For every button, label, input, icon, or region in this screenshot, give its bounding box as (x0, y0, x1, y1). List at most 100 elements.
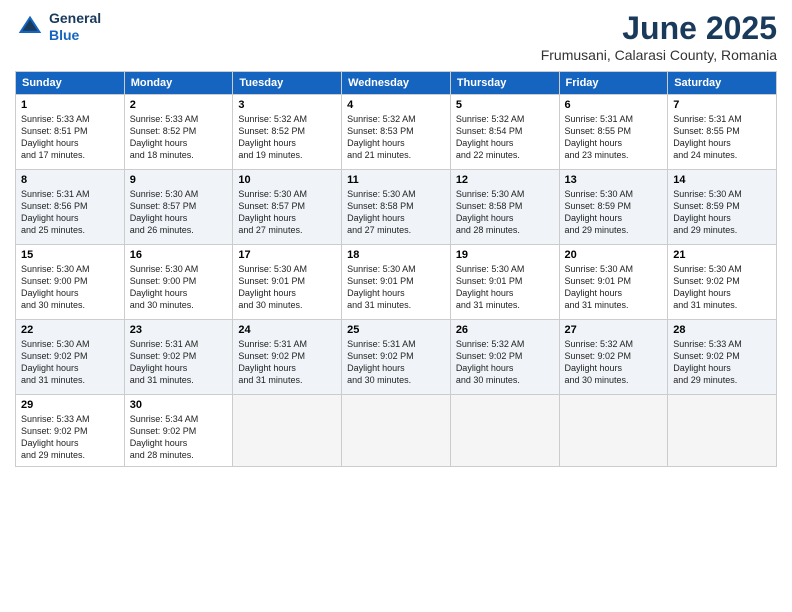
calendar-cell: 24 Sunrise: 5:31 AMSunset: 9:02 PMDayligh… (233, 320, 342, 395)
calendar-cell: 18 Sunrise: 5:30 AMSunset: 9:01 PMDayligh… (342, 245, 451, 320)
calendar-cell: 7 Sunrise: 5:31 AMSunset: 8:55 PMDaylight… (668, 95, 777, 170)
day-info: Sunrise: 5:32 AMSunset: 9:02 PMDaylight … (565, 338, 663, 387)
calendar-cell: 22Sunrise: 5:30 AMSunset: 9:02 PMDayligh… (16, 320, 125, 395)
calendar-cell: 1 Sunrise: 5:33 AMSunset: 8:51 PMDaylight… (16, 95, 125, 170)
day-number: 18 (347, 249, 445, 261)
col-header-monday: Monday (124, 72, 233, 95)
logo-line2: Blue (49, 27, 79, 43)
calendar-cell: 2 Sunrise: 5:33 AMSunset: 8:52 PMDaylight… (124, 95, 233, 170)
day-info: Sunrise: 5:33 AMSunset: 9:02 PMDaylight … (21, 413, 119, 462)
calendar-cell (559, 395, 668, 467)
day-info: Sunrise: 5:30 AMSunset: 9:01 PMDaylight … (238, 263, 336, 312)
day-info: Sunrise: 5:32 AMSunset: 8:54 PMDaylight … (456, 113, 554, 162)
location-subtitle: Frumusani, Calarasi County, Romania (541, 47, 777, 63)
calendar-cell: 23Sunrise: 5:31 AMSunset: 9:02 PMDayligh… (124, 320, 233, 395)
day-number: 8 (21, 174, 119, 186)
day-info: Sunrise: 5:30 AMSunset: 8:57 PMDaylight … (130, 188, 228, 237)
calendar-cell: 15Sunrise: 5:30 AMSunset: 9:00 PMDayligh… (16, 245, 125, 320)
calendar-cell: 6Sunrise: 5:31 AMSunset: 8:55 PMDaylight… (559, 95, 668, 170)
day-number: 26 (456, 324, 554, 336)
calendar-cell (450, 395, 559, 467)
calendar-cell (342, 395, 451, 467)
day-info: Sunrise: 5:34 AMSunset: 9:02 PMDaylight … (130, 413, 228, 462)
calendar-cell: 30 Sunrise: 5:34 AMSunset: 9:02 PMDayligh… (124, 395, 233, 467)
day-info: Sunrise: 5:33 AMSunset: 8:52 PMDaylight … (130, 113, 228, 162)
day-info: Sunrise: 5:30 AMSunset: 9:02 PMDaylight … (673, 263, 771, 312)
day-number: 14 (673, 174, 771, 186)
day-number: 24 (238, 324, 336, 336)
header: General Blue June 2025 Frumusani, Calara… (15, 10, 777, 63)
day-info: Sunrise: 5:30 AMSunset: 9:01 PMDaylight … (456, 263, 554, 312)
day-info: Sunrise: 5:32 AMSunset: 8:52 PMDaylight … (238, 113, 336, 162)
calendar-cell: 12 Sunrise: 5:30 AMSunset: 8:58 PMDayligh… (450, 170, 559, 245)
day-number: 23 (130, 324, 228, 336)
col-header-saturday: Saturday (668, 72, 777, 95)
day-info: Sunrise: 5:31 AMSunset: 8:56 PMDaylight … (21, 188, 119, 237)
calendar-cell: 8 Sunrise: 5:31 AMSunset: 8:56 PMDaylight… (16, 170, 125, 245)
day-info: Sunrise: 5:30 AMSunset: 8:59 PMDaylight … (565, 188, 663, 237)
day-number: 25 (347, 324, 445, 336)
calendar-table: SundayMondayTuesdayWednesdayThursdayFrid… (15, 71, 777, 467)
calendar-week-row: 22Sunrise: 5:30 AMSunset: 9:02 PMDayligh… (16, 320, 777, 395)
day-number: 4 (347, 99, 445, 111)
day-info: Sunrise: 5:30 AMSunset: 9:01 PMDaylight … (347, 263, 445, 312)
day-info: Sunrise: 5:31 AMSunset: 9:02 PMDaylight … (238, 338, 336, 387)
day-number: 16 (130, 249, 228, 261)
day-info: Sunrise: 5:30 AMSunset: 8:58 PMDaylight … (456, 188, 554, 237)
calendar-cell: 11Sunrise: 5:30 AMSunset: 8:58 PMDayligh… (342, 170, 451, 245)
day-number: 21 (673, 249, 771, 261)
page: General Blue June 2025 Frumusani, Calara… (0, 0, 792, 612)
day-info: Sunrise: 5:33 AMSunset: 8:51 PMDaylight … (21, 113, 119, 162)
calendar-cell: 9 Sunrise: 5:30 AMSunset: 8:57 PMDaylight… (124, 170, 233, 245)
day-info: Sunrise: 5:31 AMSunset: 9:02 PMDaylight … (347, 338, 445, 387)
day-number: 27 (565, 324, 663, 336)
day-info: Sunrise: 5:32 AMSunset: 8:53 PMDaylight … (347, 113, 445, 162)
calendar-header-row: SundayMondayTuesdayWednesdayThursdayFrid… (16, 72, 777, 95)
day-info: Sunrise: 5:30 AMSunset: 9:00 PMDaylight … (130, 263, 228, 312)
day-number: 12 (456, 174, 554, 186)
calendar-cell: 14 Sunrise: 5:30 AMSunset: 8:59 PMDayligh… (668, 170, 777, 245)
day-number: 9 (130, 174, 228, 186)
calendar-cell: 16 Sunrise: 5:30 AMSunset: 9:00 PMDayligh… (124, 245, 233, 320)
title-block: June 2025 Frumusani, Calarasi County, Ro… (541, 10, 777, 63)
calendar-cell: 26 Sunrise: 5:32 AMSunset: 9:02 PMDayligh… (450, 320, 559, 395)
calendar-cell: 27 Sunrise: 5:32 AMSunset: 9:02 PMDayligh… (559, 320, 668, 395)
day-info: Sunrise: 5:30 AMSunset: 8:58 PMDaylight … (347, 188, 445, 237)
day-number: 2 (130, 99, 228, 111)
calendar-cell: 17Sunrise: 5:30 AMSunset: 9:01 PMDayligh… (233, 245, 342, 320)
day-info: Sunrise: 5:32 AMSunset: 9:02 PMDaylight … (456, 338, 554, 387)
day-number: 22 (21, 324, 119, 336)
calendar-cell: 5Sunrise: 5:32 AMSunset: 8:54 PMDaylight… (450, 95, 559, 170)
day-info: Sunrise: 5:30 AMSunset: 9:01 PMDaylight … (565, 263, 663, 312)
day-info: Sunrise: 5:31 AMSunset: 8:55 PMDaylight … (565, 113, 663, 162)
calendar-cell (668, 395, 777, 467)
col-header-sunday: Sunday (16, 72, 125, 95)
calendar-cell: 25 Sunrise: 5:31 AMSunset: 9:02 PMDayligh… (342, 320, 451, 395)
day-number: 29 (21, 399, 119, 411)
calendar-cell: 4 Sunrise: 5:32 AMSunset: 8:53 PMDaylight… (342, 95, 451, 170)
logo-icon (15, 12, 45, 42)
logo-line1: General (49, 10, 101, 26)
calendar-cell: 19Sunrise: 5:30 AMSunset: 9:01 PMDayligh… (450, 245, 559, 320)
day-number: 20 (565, 249, 663, 261)
day-info: Sunrise: 5:31 AMSunset: 8:55 PMDaylight … (673, 113, 771, 162)
calendar-cell: 3 Sunrise: 5:32 AMSunset: 8:52 PMDaylight… (233, 95, 342, 170)
day-number: 3 (238, 99, 336, 111)
month-title: June 2025 (541, 10, 777, 47)
logo: General Blue (15, 10, 101, 44)
day-info: Sunrise: 5:30 AMSunset: 8:59 PMDaylight … (673, 188, 771, 237)
calendar-cell: 13 Sunrise: 5:30 AMSunset: 8:59 PMDayligh… (559, 170, 668, 245)
day-info: Sunrise: 5:30 AMSunset: 9:00 PMDaylight … (21, 263, 119, 312)
calendar-cell (233, 395, 342, 467)
calendar-week-row: 8 Sunrise: 5:31 AMSunset: 8:56 PMDaylight… (16, 170, 777, 245)
day-number: 30 (130, 399, 228, 411)
day-number: 13 (565, 174, 663, 186)
day-number: 7 (673, 99, 771, 111)
calendar-week-row: 1 Sunrise: 5:33 AMSunset: 8:51 PMDaylight… (16, 95, 777, 170)
day-number: 1 (21, 99, 119, 111)
day-info: Sunrise: 5:30 AMSunset: 8:57 PMDaylight … (238, 188, 336, 237)
col-header-friday: Friday (559, 72, 668, 95)
calendar-week-row: 29 Sunrise: 5:33 AMSunset: 9:02 PMDayligh… (16, 395, 777, 467)
calendar-cell: 10Sunrise: 5:30 AMSunset: 8:57 PMDayligh… (233, 170, 342, 245)
logo-text: General Blue (49, 10, 101, 44)
